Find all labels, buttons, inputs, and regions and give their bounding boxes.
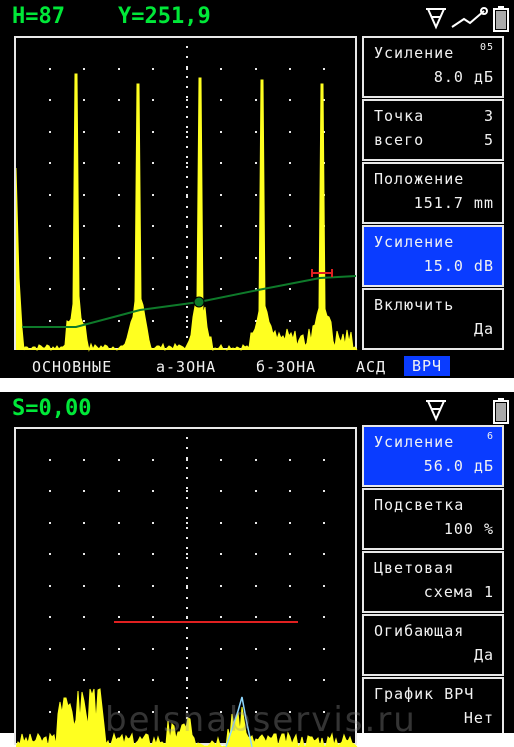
battery-icon	[493, 6, 509, 32]
param-label: Усиление	[374, 433, 455, 451]
param-label: Усиление	[374, 233, 455, 251]
gain-step-indicator: 05	[479, 42, 494, 53]
a-scan-plot[interactable]	[14, 36, 358, 352]
watermark: belsnabservis.ru	[105, 700, 417, 740]
a-scan-signal	[16, 73, 358, 352]
status-icons	[426, 6, 509, 32]
param-panel-3[interactable]: Усиление 15.0 dB	[362, 225, 504, 287]
param-label: Огибающая	[374, 622, 465, 640]
bottom-menu: ОСНОВНЫЕ а-ЗОНА б-ЗОНА АСД ВРЧ	[0, 355, 514, 377]
param-panel-0[interactable]: Усиление 05 8.0 дБ	[362, 36, 504, 98]
param-value: 56.0 дБ	[423, 457, 494, 475]
param-panel-4[interactable]: Включить Да	[362, 288, 504, 350]
battery-icon	[493, 398, 509, 424]
param-panel-0[interactable]: Усиление 6 56.0 дБ	[362, 425, 504, 487]
param-label: Цветовая	[374, 559, 455, 577]
menu-item-tvg[interactable]: ВРЧ	[404, 356, 451, 376]
status-icons	[426, 398, 509, 424]
param-value: 100 %	[443, 520, 494, 538]
h-readout: H=87	[12, 4, 65, 29]
param-label: Точка	[374, 107, 425, 125]
param-value: Да	[473, 646, 494, 664]
param-panel-1[interactable]: Точка 3 всего 5	[362, 99, 504, 161]
a-scan-plot-2[interactable]	[14, 427, 358, 747]
param-value: 5	[483, 131, 494, 149]
menu-item-basic[interactable]: ОСНОВНЫЕ	[32, 358, 112, 376]
param-label: Включить	[374, 296, 455, 314]
menu-item-a-zone[interactable]: а-ЗОНА	[156, 358, 216, 376]
y-readout: Y=251,9	[118, 4, 211, 29]
menu-item-b-zone[interactable]: б-ЗОНА	[256, 358, 316, 376]
signal-icon	[451, 7, 488, 28]
param-panel-1[interactable]: Подсветка 100 %	[362, 488, 504, 550]
param-value: 8.0 дБ	[433, 68, 494, 86]
s-readout: S=0,00	[12, 396, 92, 421]
menu-item-asd[interactable]: АСД	[356, 358, 386, 376]
param-label: Подсветка	[374, 496, 465, 514]
param-label: Положение	[374, 170, 465, 188]
param-sublabel: всего	[374, 131, 425, 149]
probe-icon	[426, 8, 446, 30]
device-screen-top: H=87 Y=251,9 Усиление 05 8.0 дБ Точка 3 …	[0, 0, 514, 378]
gain-step-indicator: 6	[486, 431, 494, 442]
tvg-point-marker	[193, 296, 205, 308]
param-panel-2[interactable]: Цветовая схема 1	[362, 551, 504, 613]
probe-icon	[426, 400, 446, 422]
param-value: Да	[473, 320, 494, 338]
param-value: Нет	[463, 709, 494, 727]
param-value: 151.7 mm	[413, 194, 494, 212]
param-value: 15.0 dB	[423, 257, 494, 275]
param-panel-3[interactable]: Огибающая Да	[362, 614, 504, 676]
param-label: Усиление	[374, 44, 455, 62]
param-panel-2[interactable]: Положение 151.7 mm	[362, 162, 504, 224]
param-value: схема 1	[423, 583, 494, 601]
point-index: 3	[483, 107, 494, 125]
